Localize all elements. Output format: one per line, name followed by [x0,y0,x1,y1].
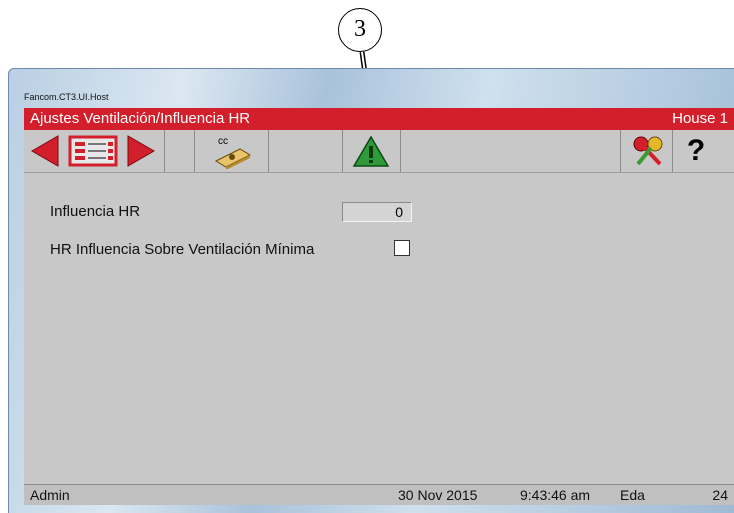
window-title: Fancom.CT3.UI.Host [24,92,109,102]
min-ventilation-label: HR Influencia Sobre Ventilación Mínima [50,241,315,258]
toolbar-separator [342,130,343,172]
toolbar-separator [268,130,269,172]
previous-arrow-icon[interactable] [30,133,60,169]
influence-hr-field[interactable]: 0 [342,202,412,222]
next-arrow-icon[interactable] [126,133,156,169]
house-label: House 1 [672,110,728,127]
cc-label: cc [218,136,228,147]
toolbar-separator [400,130,401,172]
toolbar: cc ? [24,130,734,173]
status-bar: Admin 30 Nov 2015 9:43:46 am Eda 24 [24,484,734,505]
help-button[interactable]: ? [674,133,718,169]
app-panel: Ajustes Ventilación/Influencia HR House … [24,108,734,505]
alarm-triangle-icon[interactable] [350,133,392,169]
control-card-icon[interactable]: cc [210,133,256,170]
callout-number: 3 [338,8,382,52]
status-mode: Eda [620,487,645,503]
screen-title: Ajustes Ventilación/Influencia HR [30,110,251,127]
status-number: 24 [712,487,728,503]
status-date: 30 Nov 2015 [398,487,478,503]
influence-hr-label: Influencia HR [50,203,141,220]
toolbar-separator [164,130,165,172]
toolbar-separator [672,130,673,172]
screen-titlebar: Ajustes Ventilación/Influencia HR House … [24,108,734,130]
menu-list-icon[interactable] [68,133,118,169]
keys-login-icon[interactable] [628,133,668,169]
status-user: Admin [30,487,70,503]
min-ventilation-checkbox[interactable] [394,240,410,256]
toolbar-separator [620,130,621,172]
settings-panel: Influencia HR 0 HR Influencia Sobre Vent… [24,173,734,478]
status-time: 9:43:46 am [520,487,591,503]
toolbar-separator [194,130,195,172]
